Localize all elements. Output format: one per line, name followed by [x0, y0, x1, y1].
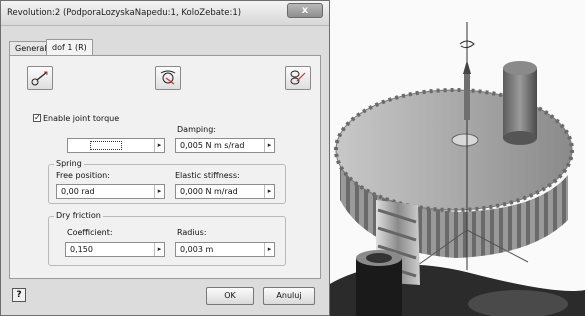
tab-dof-1[interactable]: dof 1 (R) — [46, 39, 93, 55]
spring-group-title: Spring — [54, 159, 84, 168]
chevron-right-icon[interactable]: ▸ — [264, 139, 274, 152]
radius-field[interactable]: 0,003 m ▸ — [175, 242, 275, 257]
rotation-joint-button[interactable] — [155, 66, 181, 90]
dry-friction-group: Dry friction — [48, 211, 286, 266]
help-button[interactable]: ? — [12, 288, 26, 302]
chevron-right-icon[interactable]: ▸ — [154, 139, 164, 152]
joint-properties-dialog: Revolution:2 (PodporaLozyskaNapedu:1, Ko… — [0, 0, 330, 316]
spring-damper-icon — [31, 71, 48, 86]
motion-type-combo[interactable]: ▸ — [67, 138, 165, 153]
damping-value: 0,005 N m s/rad — [180, 141, 245, 150]
title-bar[interactable]: Revolution:2 (PodporaLozyskaNapedu:1, Ko… — [1, 1, 329, 26]
free-position-label: Free position: — [56, 171, 110, 180]
radius-value: 0,003 m — [180, 245, 214, 254]
radius-label: Radius: — [177, 228, 207, 237]
cancel-button[interactable]: Anuluj — [263, 287, 315, 305]
dof-panel: ✓ Enable joint torque ▸ Damping: 0,005 N… — [9, 55, 321, 279]
dry-friction-group-title: Dry friction — [54, 211, 103, 220]
close-button[interactable]: x — [287, 3, 323, 18]
elastic-stiffness-value: 0,000 N m/rad — [180, 187, 238, 196]
friction-button[interactable] — [285, 66, 311, 90]
damping-label: Damping: — [177, 125, 216, 134]
spring-damper-button[interactable] — [27, 66, 53, 90]
enable-torque-label: Enable joint torque — [43, 114, 120, 123]
elastic-stiffness-label: Elastic stiffness: — [175, 171, 240, 180]
ok-button[interactable]: OK — [206, 287, 254, 305]
elastic-stiffness-field[interactable]: 0,000 N m/rad ▸ — [175, 184, 275, 199]
gear-assembly-render — [328, 22, 585, 316]
coefficient-field[interactable]: 0,150 ▸ — [65, 242, 165, 257]
chevron-right-icon[interactable]: ▸ — [264, 243, 274, 256]
enable-torque-checkbox[interactable]: ✓ — [33, 114, 41, 122]
rotation-joint-icon — [160, 70, 176, 85]
3d-viewport[interactable] — [328, 0, 585, 316]
free-position-value: 0,00 rad — [61, 187, 95, 196]
free-position-field[interactable]: 0,00 rad ▸ — [56, 184, 165, 199]
chevron-right-icon[interactable]: ▸ — [154, 243, 164, 256]
friction-icon — [290, 70, 306, 85]
damping-field[interactable]: 0,005 N m s/rad ▸ — [175, 138, 275, 153]
motion-value — [90, 141, 122, 150]
dialog-title: Revolution:2 (PodporaLozyskaNapedu:1, Ko… — [7, 8, 242, 18]
chevron-right-icon[interactable]: ▸ — [154, 185, 164, 198]
coefficient-value: 0,150 — [70, 245, 93, 254]
chevron-right-icon[interactable]: ▸ — [264, 185, 274, 198]
coefficient-label: Coefficient: — [67, 228, 113, 237]
